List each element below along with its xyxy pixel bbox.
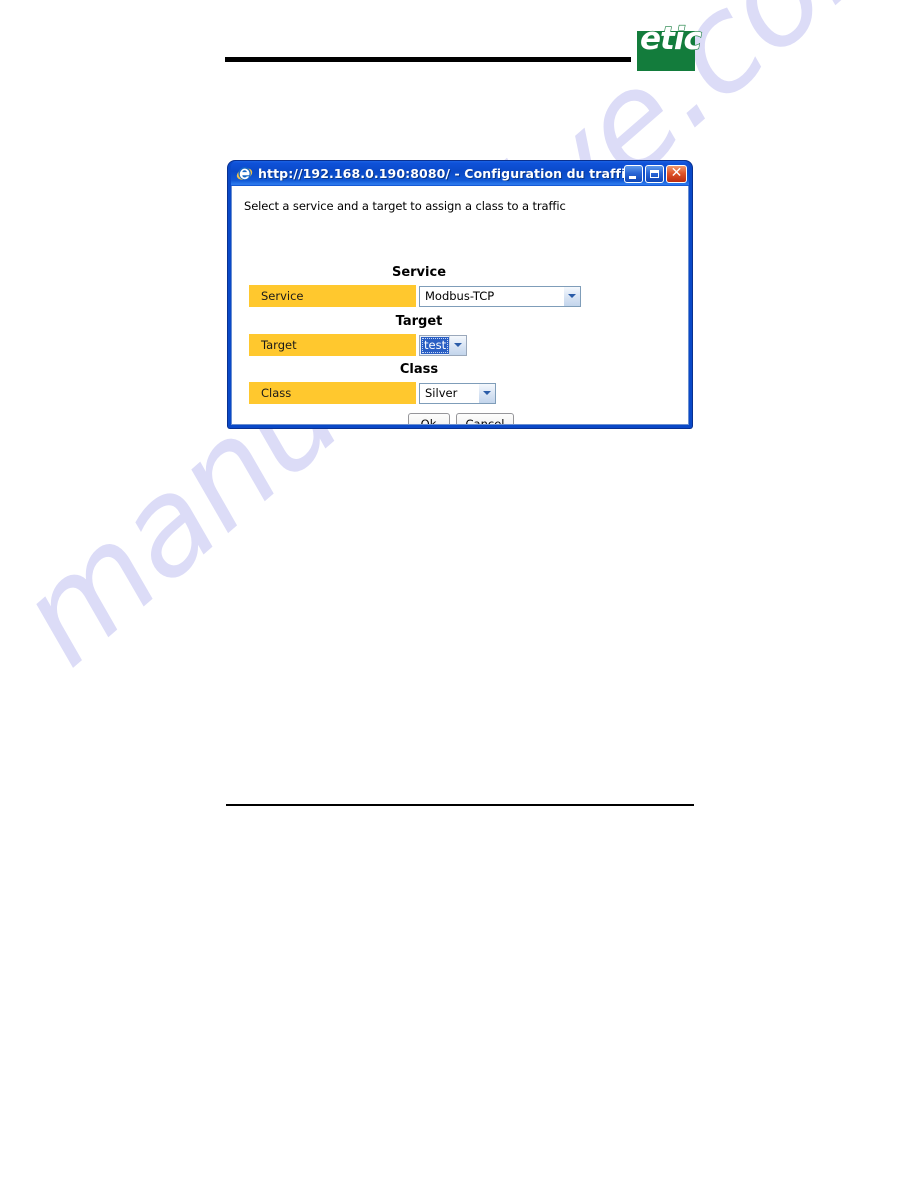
window-title: http://192.168.0.190:8080/ - Configurati… (258, 166, 624, 181)
instruction-text: Select a service and a target to assign … (244, 199, 566, 213)
window-control-buttons: ✕ (624, 164, 687, 183)
logo-text: etic (639, 20, 702, 57)
section-heading-target: Target (395, 314, 443, 329)
class-select[interactable]: Silver (419, 382, 496, 404)
chevron-down-icon[interactable] (449, 335, 467, 355)
minimize-button[interactable] (624, 164, 643, 183)
field-label-class: Class (249, 382, 416, 404)
dialog-button-bar: Ok Cancel (232, 413, 688, 424)
etic-logo: etic (637, 20, 702, 71)
section-heading-class: Class (399, 362, 439, 377)
chevron-down-icon[interactable] (563, 286, 580, 306)
minimize-icon (629, 175, 636, 179)
field-label-target: Target (249, 334, 416, 356)
close-icon: ✕ (670, 165, 683, 181)
form-row-service: Service Modbus-TCP (249, 285, 581, 307)
header-rule (225, 57, 631, 62)
footer-rule (226, 804, 694, 806)
service-select[interactable]: Modbus-TCP (419, 285, 581, 307)
ok-button[interactable]: Ok (407, 413, 450, 424)
close-button[interactable]: ✕ (666, 164, 687, 183)
form-row-target: Target test (249, 334, 467, 356)
field-label-service: Service (249, 285, 416, 307)
maximize-icon (650, 169, 659, 178)
class-select-value: Silver (425, 385, 458, 400)
service-select-value: Modbus-TCP (425, 288, 495, 303)
browser-dialog-window: http://192.168.0.190:8080/ - Configurati… (228, 161, 692, 428)
target-select-value: test (421, 336, 450, 354)
target-select[interactable]: test (419, 334, 467, 356)
form-row-class: Class Silver (249, 382, 496, 404)
cancel-button[interactable]: Cancel (455, 413, 515, 424)
chevron-down-icon[interactable] (478, 383, 495, 403)
maximize-button[interactable] (645, 164, 664, 183)
section-heading-service: Service (391, 265, 447, 280)
window-titlebar[interactable]: http://192.168.0.190:8080/ - Configurati… (231, 161, 689, 186)
internet-explorer-icon (236, 165, 253, 182)
dialog-body: Select a service and a target to assign … (231, 186, 689, 425)
